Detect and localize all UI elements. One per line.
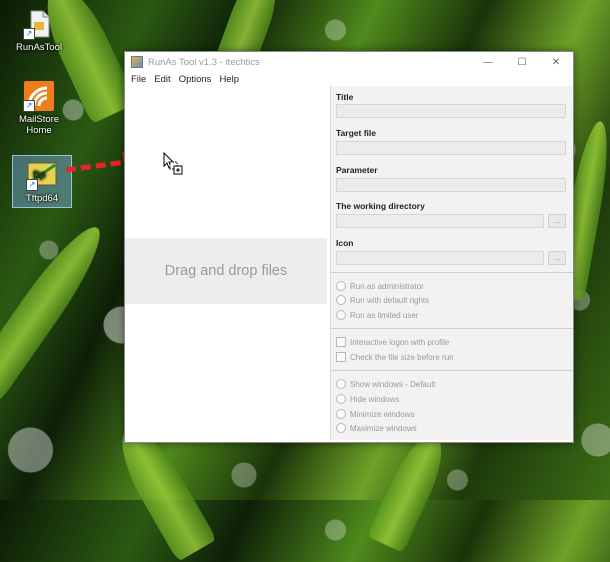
wallpaper-leaf: [366, 427, 454, 553]
drag-cursor-icon: [163, 152, 183, 175]
wallpaper-leaf: [0, 216, 114, 404]
divider: [331, 328, 573, 329]
checkbox-icon: [336, 352, 346, 362]
file-icon: ↗: [23, 8, 55, 40]
maximize-button[interactable]: ☐: [505, 52, 539, 72]
divider: [331, 272, 573, 273]
desktop-icon-label: MailStore Home: [18, 114, 60, 136]
radio-label: Run with default rights: [350, 295, 430, 305]
icon-input[interactable]: [336, 251, 544, 265]
parameter-input[interactable]: [336, 178, 566, 192]
menu-bar: File Edit Options Help: [125, 72, 573, 86]
drop-zone-text: Drag and drop files: [164, 263, 288, 279]
radio-icon: [336, 379, 346, 389]
desktop-icon-label: Tftpd64: [25, 193, 59, 204]
menu-options[interactable]: Options: [177, 74, 218, 85]
icon-browse-button[interactable]: ...: [548, 251, 566, 265]
interactive-logon-checkbox[interactable]: Interactive logon with profile: [336, 336, 449, 348]
checkbox-label: Interactive logon with profile: [350, 337, 450, 347]
show-windows-radio[interactable]: Show windows - Default: [336, 378, 435, 390]
runas-tool-window: RunAs Tool v1.3 - itechtics — ☐ ✕ File E…: [124, 51, 574, 443]
radio-label: Minimize windows: [350, 409, 415, 419]
menu-file[interactable]: File: [129, 74, 152, 85]
working-directory-label: The working directory: [336, 201, 425, 211]
run-as-administrator-radio[interactable]: Run as administrator: [336, 280, 424, 292]
file-list-pane[interactable]: Drag and drop files: [125, 86, 327, 440]
radio-label: Show windows - Default: [350, 379, 436, 389]
radio-label: Run as administrator: [350, 281, 424, 291]
window-title: RunAs Tool v1.3 - itechtics: [148, 56, 260, 68]
menu-help[interactable]: Help: [217, 74, 245, 85]
menu-edit[interactable]: Edit: [152, 74, 176, 85]
radio-icon: [336, 394, 346, 404]
mailstore-icon: ↗: [23, 80, 55, 112]
working-directory-browse-button[interactable]: ...: [548, 214, 566, 228]
radio-label: Hide windows: [350, 394, 400, 404]
desktop-icon-tftpd64[interactable]: ftp ↗ Tftpd64: [12, 155, 72, 208]
target-file-label: Target file: [336, 128, 376, 138]
checkbox-label: Check the file size before run: [350, 352, 454, 362]
close-button[interactable]: ✕: [539, 52, 573, 72]
title-bar[interactable]: RunAs Tool v1.3 - itechtics — ☐ ✕: [125, 52, 573, 72]
run-default-rights-radio[interactable]: Run with default rights: [336, 294, 429, 306]
desktop-icon-mailstore[interactable]: ↗ MailStore Home: [10, 80, 68, 136]
radio-icon: [336, 295, 346, 305]
minimize-button[interactable]: —: [471, 52, 505, 72]
parameter-label: Parameter: [336, 165, 378, 175]
maximize-windows-radio[interactable]: Maximize windows: [336, 422, 417, 434]
divider: [331, 370, 573, 371]
working-directory-input[interactable]: [336, 214, 544, 228]
checkbox-icon: [336, 337, 346, 347]
title-label: Title: [336, 92, 354, 102]
check-file-size-checkbox[interactable]: Check the file size before run: [336, 351, 454, 363]
hide-windows-radio[interactable]: Hide windows: [336, 393, 399, 405]
desktop-icon-label: RunAsTool: [16, 42, 62, 53]
radio-icon: [336, 310, 346, 320]
radio-icon: [336, 423, 346, 433]
minimize-windows-radio[interactable]: Minimize windows: [336, 408, 414, 420]
tftpd64-icon: ftp ↗: [26, 159, 58, 191]
radio-label: Maximize windows: [350, 423, 417, 433]
radio-label: Run as limited user: [350, 310, 419, 320]
title-input[interactable]: [336, 104, 566, 118]
settings-pane: Title Target file Parameter The working …: [330, 86, 573, 440]
drop-zone[interactable]: Drag and drop files: [125, 238, 327, 304]
app-icon: [131, 56, 143, 68]
icon-label: Icon: [336, 238, 354, 248]
radio-icon: [336, 409, 346, 419]
desktop-icon-runastool[interactable]: ↗ RunAsTool: [10, 8, 68, 53]
run-limited-user-radio[interactable]: Run as limited user: [336, 309, 418, 321]
target-file-input[interactable]: [336, 141, 566, 155]
radio-icon: [336, 281, 346, 291]
